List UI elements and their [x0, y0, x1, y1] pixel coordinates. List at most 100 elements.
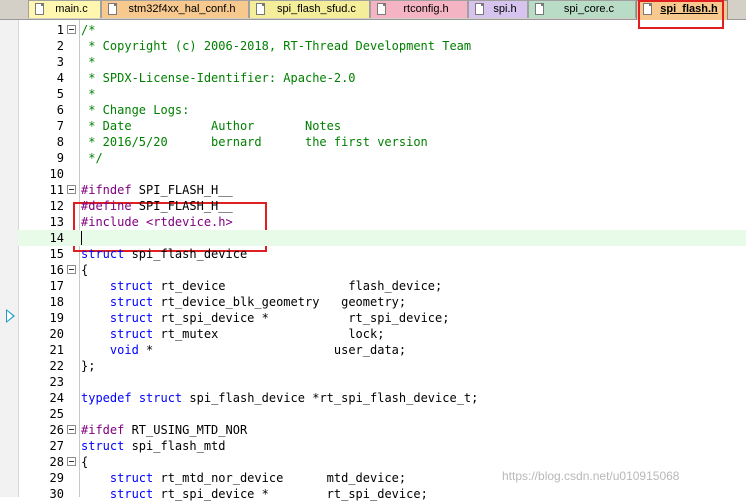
code-line[interactable]: 11 #ifndef SPI_FLASH_H__ [18, 182, 746, 198]
line-number: 7 [56, 119, 64, 133]
code-text: { [81, 455, 89, 469]
code-text: /* [81, 23, 96, 37]
code-line[interactable]: 18 struct rt_device_blk_geometry geometr… [18, 294, 746, 310]
code-line[interactable]: 13 #include <rtdevice.h> [18, 214, 746, 230]
line-number: 22 [49, 359, 64, 373]
line-number: 1 [56, 23, 64, 37]
fold-toggle-icon[interactable] [67, 457, 76, 466]
tab-bar: main.c stm32f4xx_hal_conf.h spi_flash_sfud… [0, 0, 746, 20]
code-line[interactable]: 9 */ [18, 150, 746, 166]
code-line[interactable]: 6 * Change Logs: [18, 102, 746, 118]
code-text: struct rt_mutex lock; [109, 327, 385, 341]
code-text: typedef struct spi_flash_device *rt_spi_… [81, 391, 479, 405]
fold-toggle-icon[interactable] [67, 265, 76, 274]
code-line[interactable]: 26 #ifdef RT_USING_MTD_NOR [18, 422, 746, 438]
execution-arrow-icon [6, 309, 15, 323]
code-editor[interactable]: 1/* 2 * Copyright (c) 2006-2018, RT-Threa… [0, 20, 746, 501]
code-line[interactable]: 30 struct rt_spi_device * rt_spi_device; [18, 486, 746, 502]
tab-label: spi.h [493, 3, 517, 15]
code-text: #include <rtdevice.h> [81, 215, 233, 229]
line-number: 3 [56, 55, 64, 69]
code-line[interactable]: 10 [18, 166, 746, 182]
code-line[interactable]: 15 struct spi_flash_device [18, 246, 746, 262]
line-number: 19 [49, 311, 64, 325]
code-line[interactable]: 5 * [18, 86, 746, 102]
code-line[interactable]: 17 struct rt_device flash_device; [18, 278, 746, 294]
code-line[interactable]: 25 [18, 406, 746, 422]
tab-label: spi_flash_sfud.c [277, 3, 356, 15]
line-number: 8 [56, 135, 64, 149]
line-number: 18 [49, 295, 64, 309]
line-number: 4 [56, 71, 64, 85]
code-line[interactable]: 12 #define SPI_FLASH_H__ [18, 198, 746, 214]
code-text: * [81, 55, 96, 69]
code-text: * Copyright (c) 2006-2018, RT-Thread Dev… [81, 39, 472, 53]
code-text: */ [81, 151, 103, 165]
code-text: struct rt_spi_device * rt_spi_device; [109, 311, 450, 325]
code-line[interactable]: 4 * SPDX-License-Identifier: Apache-2.0 [18, 70, 746, 86]
code-line[interactable]: 16 { [18, 262, 746, 278]
tab-label: spi_core.c [563, 3, 615, 15]
code-line[interactable]: 8 * 2016/5/20 bernard the first version [18, 134, 746, 150]
code-text: struct rt_device flash_device; [109, 279, 443, 293]
line-number: 30 [49, 487, 64, 501]
line-number: 6 [56, 103, 64, 117]
code-text: { [81, 263, 89, 277]
code-line[interactable]: 1 /* [18, 22, 746, 38]
code-line[interactable]: 28 { [18, 454, 746, 470]
watermark: https://blog.csdn.net/u010915068 [502, 469, 680, 483]
code-line[interactable]: 21 void * user_data; [18, 342, 746, 358]
code-text: }; [81, 359, 96, 373]
line-number: 21 [49, 343, 64, 357]
line-number: 2 [56, 39, 64, 53]
code-line[interactable]: 19 struct rt_spi_device * rt_spi_device; [18, 310, 746, 326]
code-line[interactable]: 20 struct rt_mutex lock; [18, 326, 746, 342]
code-line[interactable]: 7 * Date Author Notes [18, 118, 746, 134]
code-text: #ifdef RT_USING_MTD_NOR [81, 423, 248, 437]
line-number: 13 [49, 215, 64, 229]
line-number: 28 [49, 455, 64, 469]
fold-toggle-icon[interactable] [67, 185, 76, 194]
code-text: * Change Logs: [81, 103, 190, 117]
line-number: 14 [49, 231, 64, 245]
tab-label: rtconfig.h [403, 3, 449, 15]
line-number: 26 [49, 423, 64, 437]
tab-label: main.c [55, 3, 88, 15]
code-line[interactable]: 23 [18, 374, 746, 390]
line-number: 16 [49, 263, 64, 277]
code-line[interactable]: 22}; [18, 358, 746, 374]
code-text: struct rt_spi_device * rt_spi_device; [109, 487, 428, 501]
code-text: * SPDX-License-Identifier: Apache-2.0 [81, 71, 356, 85]
code-text: struct rt_mtd_nor_device mtd_device; [109, 471, 407, 485]
code-text: struct spi_flash_device [81, 247, 248, 261]
fold-toggle-icon[interactable] [67, 425, 76, 434]
line-number: 17 [49, 279, 64, 293]
code-text: * [81, 87, 96, 101]
line-number: 27 [49, 439, 64, 453]
breakpoint-margin[interactable] [0, 20, 19, 497]
line-number: 9 [56, 151, 64, 165]
code-text: struct spi_flash_mtd [81, 439, 226, 453]
code-text: struct rt_device_blk_geometry geometry; [109, 295, 407, 309]
line-number: 25 [49, 407, 64, 421]
text-caret [81, 231, 82, 245]
code-line[interactable]: 27 struct spi_flash_mtd [18, 438, 746, 454]
code-line[interactable]: 2 * Copyright (c) 2006-2018, RT-Thread D… [18, 38, 746, 54]
tab-spi-flash-sfud-c[interactable]: spi_flash_sfud.c [249, 0, 370, 18]
code-text: void * user_data; [109, 343, 407, 357]
tab-spi-h[interactable]: spi.h [468, 0, 528, 18]
line-number: 10 [49, 167, 64, 181]
tab-stm32f4xx-hal-conf-h[interactable]: stm32f4xx_hal_conf.h [101, 0, 249, 18]
code-line[interactable]: 3 * [18, 54, 746, 70]
code-line[interactable]: 14 [18, 230, 746, 246]
tab-spi-core-c[interactable]: spi_core.c [528, 0, 636, 18]
code-text: * 2016/5/20 bernard the first version [81, 135, 428, 149]
tab-main-c[interactable]: main.c [28, 0, 101, 18]
line-number: 15 [49, 247, 64, 261]
code-text: #ifndef SPI_FLASH_H__ [81, 183, 233, 197]
code-text: #define SPI_FLASH_H__ [81, 199, 233, 213]
line-number: 12 [49, 199, 64, 213]
fold-toggle-icon[interactable] [67, 25, 76, 34]
tab-rtconfig-h[interactable]: rtconfig.h [370, 0, 468, 18]
code-line[interactable]: 24 typedef struct spi_flash_device *rt_sp… [18, 390, 746, 406]
